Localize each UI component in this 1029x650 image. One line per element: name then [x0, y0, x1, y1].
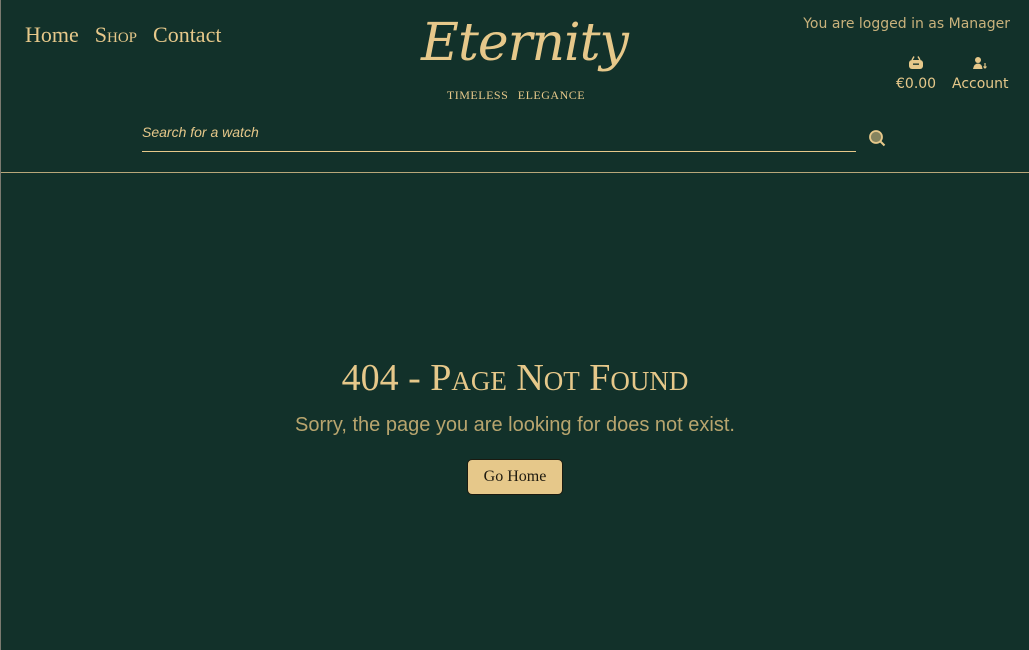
- account-icon: [973, 57, 988, 69]
- login-status: You are logged in as Manager: [803, 16, 1010, 32]
- account-label: Account: [952, 76, 1009, 92]
- error-message: Sorry, the page you are looking for does…: [295, 414, 735, 436]
- logo[interactable]: Eternity TIMELESS ELEGANCE: [421, 8, 629, 103]
- go-home-button[interactable]: Go Home: [466, 459, 564, 495]
- account-button[interactable]: Account: [952, 56, 1009, 92]
- logo-name: Eternity: [421, 13, 629, 73]
- search-button[interactable]: [868, 129, 886, 152]
- logo-tagline: TIMELESS ELEGANCE: [446, 88, 586, 102]
- search-bar: [142, 122, 856, 152]
- error-content: 404 - Page Not Found Sorry, the page you…: [1, 352, 1029, 495]
- header-divider: [1, 172, 1029, 173]
- main-nav: Home Shop Contact: [25, 22, 221, 48]
- nav-contact[interactable]: Contact: [153, 22, 221, 48]
- search-icon: [869, 130, 886, 147]
- cart-total: €0.00: [896, 76, 937, 92]
- nav-shop[interactable]: Shop: [95, 22, 137, 48]
- search-input[interactable]: [142, 122, 856, 140]
- nav-home[interactable]: Home: [25, 22, 79, 48]
- cart-button[interactable]: €0.00: [896, 56, 936, 92]
- error-title: 404 - Page Not Found: [341, 357, 689, 399]
- basket-icon: [909, 56, 924, 69]
